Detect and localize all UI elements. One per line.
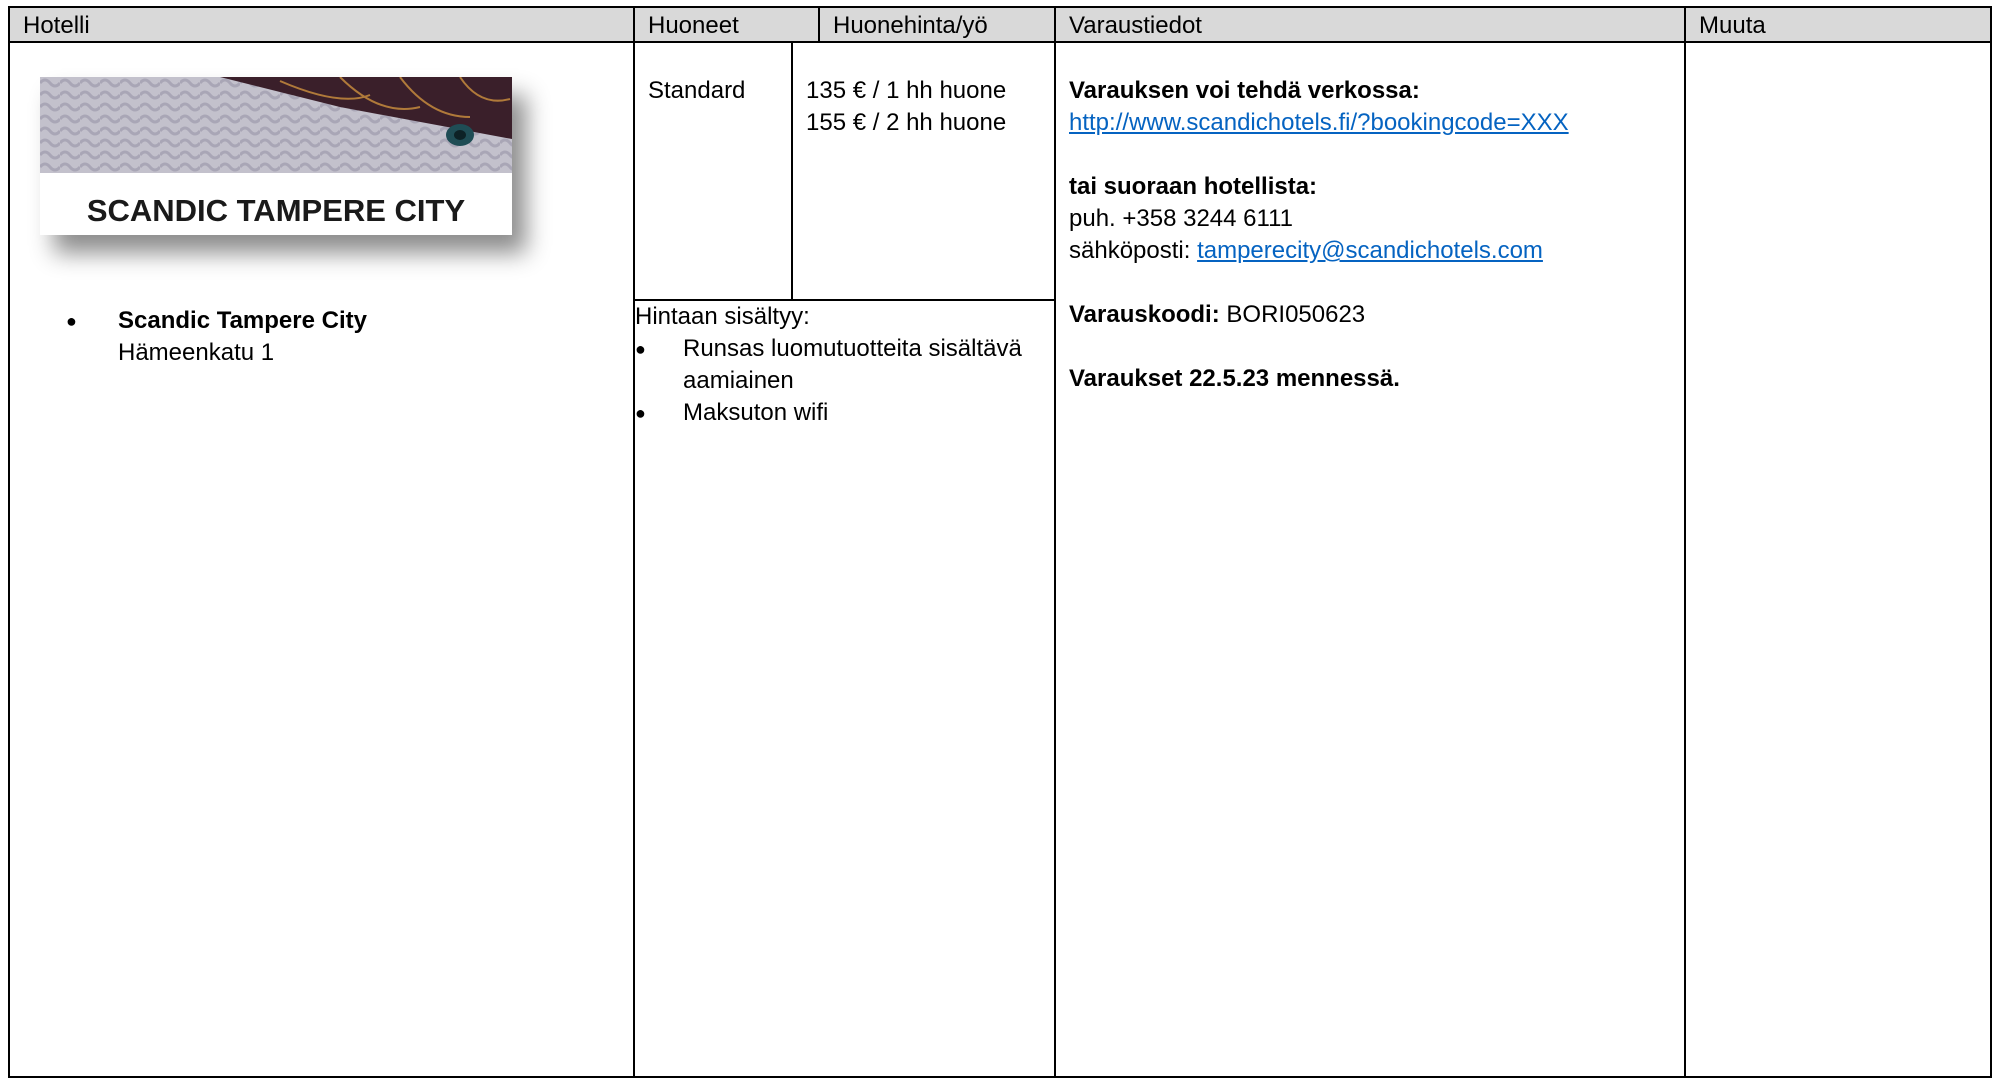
price-double: 155 € / 2 hh huone — [806, 109, 1007, 136]
includes-item-text: Maksuton wifi — [683, 399, 829, 426]
hotel-list: ● Scandic Tampere City Hämeenkatu 1 — [10, 305, 633, 369]
includes-item: ● Maksuton wifi — [635, 397, 1054, 429]
hotel-logo-text: SCANDIC TAMPERE CITY — [87, 193, 466, 228]
header-price: Huonehinta/yö — [833, 12, 988, 39]
content-row: SCANDIC TAMPERE CITY ● Scandic Tampere C… — [8, 41, 1992, 1078]
rooms-price-cell: Standard 135 € / 1 hh huone 155 € / 2 hh… — [633, 41, 1056, 1078]
header-rooms-price: Huoneet Huonehinta/yö — [633, 6, 1056, 43]
hotel-info-table: Hotelli Huoneet Huonehinta/yö Varaustied… — [8, 6, 1992, 1078]
online-booking-label: Varauksen voi tehdä verkossa: — [1069, 77, 1420, 104]
email-link[interactable]: tamperecity@scandichotels.com — [1197, 237, 1543, 264]
includes-list: ● Runsas luomutuotteita sisältävä aamiai… — [635, 333, 1054, 429]
booking-code: BORI050623 — [1226, 301, 1366, 328]
hotel-logo-image: SCANDIC TAMPERE CITY — [40, 77, 512, 235]
email-label: sähköposti: — [1069, 237, 1191, 264]
includes-item: ● Runsas luomutuotteita sisältävä aamiai… — [635, 333, 1054, 397]
hotel-cell: SCANDIC TAMPERE CITY ● Scandic Tampere C… — [8, 41, 635, 1078]
booking-deadline: Varaukset 22.5.23 mennessä. — [1069, 365, 1400, 392]
booking-cell: Varauksen voi tehdä verkossa: http://www… — [1054, 41, 1686, 1078]
other-cell — [1684, 41, 1992, 1078]
rooms-subtable: Standard 135 € / 1 hh huone 155 € / 2 hh… — [635, 43, 1054, 429]
bullet-icon: ● — [66, 311, 77, 331]
price-includes: Hintaan sisältyy: ● Runsas luomutuotteit… — [635, 300, 1054, 429]
header-hotel: Hotelli — [8, 6, 635, 43]
direct-booking-label: tai suoraan hotellista: — [1069, 173, 1318, 200]
header-rooms: Huoneet — [635, 8, 820, 41]
room-prices: 135 € / 1 hh huone 155 € / 2 hh huone — [792, 43, 1054, 301]
phone-number: puh. +358 3244 6111 — [1069, 205, 1293, 232]
price-single: 135 € / 1 hh huone — [806, 77, 1007, 104]
header-booking: Varaustiedot — [1054, 6, 1686, 43]
bullet-icon: ● — [635, 339, 646, 359]
includes-item-text: Runsas luomutuotteita sisältävä aamiaine… — [683, 335, 1022, 394]
booking-url-link[interactable]: http://www.scandichotels.fi/?bookingcode… — [1069, 109, 1569, 136]
email-line: sähköposti: tamperecity@scandichotels.co… — [1069, 235, 1671, 267]
bullet-icon: ● — [635, 403, 646, 423]
hotel-name: Scandic Tampere City — [118, 307, 367, 334]
includes-label: Hintaan sisältyy: — [635, 303, 810, 330]
booking-code-label: Varauskoodi: — [1069, 301, 1220, 328]
room-type: Standard — [635, 43, 793, 301]
hotel-address: Hämeenkatu 1 — [118, 339, 275, 366]
hotel-logo: SCANDIC TAMPERE CITY — [40, 77, 512, 237]
booking-code-line: Varauskoodi: BORI050623 — [1069, 299, 1671, 331]
header-row: Hotelli Huoneet Huonehinta/yö Varaustied… — [8, 6, 1992, 43]
header-other: Muuta — [1684, 6, 1992, 43]
hotel-list-item: ● Scandic Tampere City Hämeenkatu 1 — [10, 305, 633, 369]
